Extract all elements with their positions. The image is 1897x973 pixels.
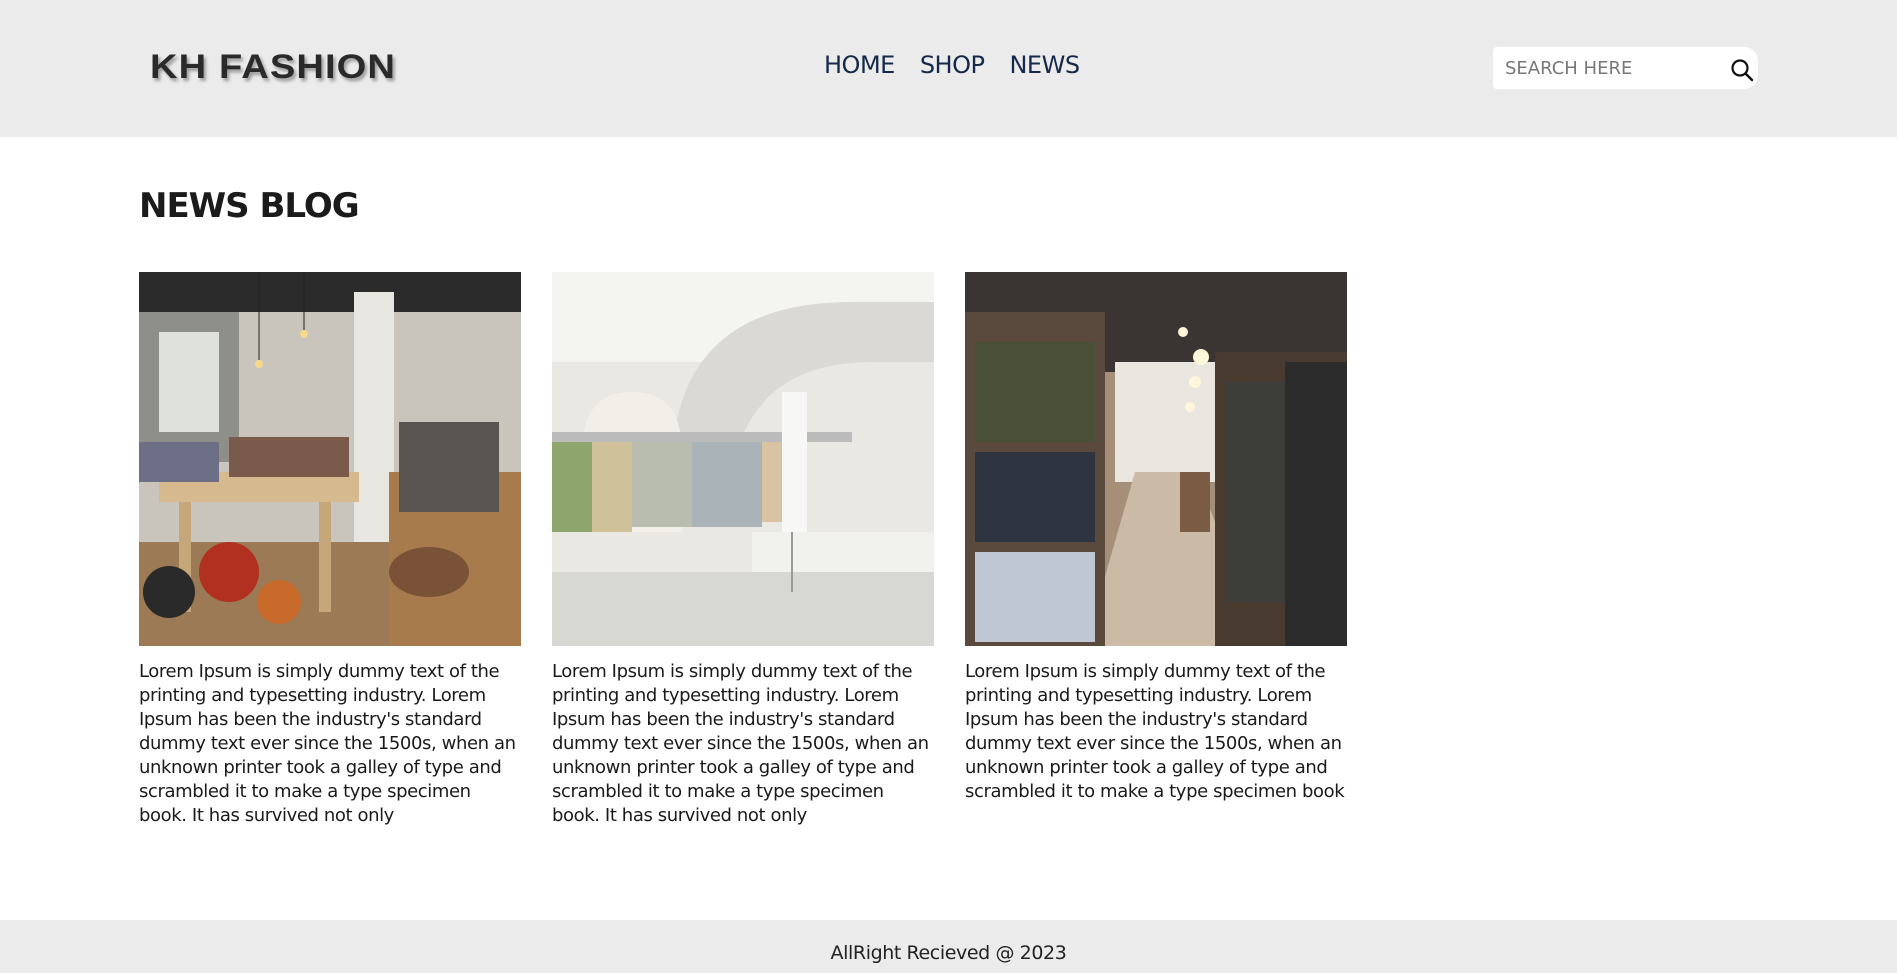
- nav-shop[interactable]: SHOP: [920, 51, 985, 79]
- blog-card-text: Lorem Ipsum is simply dummy text of the …: [965, 661, 1345, 802]
- search-input[interactable]: [1505, 47, 1720, 89]
- search-icon[interactable]: [1730, 58, 1754, 82]
- copyright-text: AllRight Recieved @ 2023: [830, 942, 1067, 964]
- blog-card: Lorem Ipsum is simply dummy text of the …: [552, 272, 934, 828]
- blog-card-text: Lorem Ipsum is simply dummy text of the …: [139, 661, 516, 826]
- nav-home[interactable]: HOME: [824, 51, 895, 79]
- nav-news[interactable]: NEWS: [1009, 51, 1080, 79]
- blog-card-image[interactable]: [552, 272, 934, 646]
- site-footer: AllRight Recieved @ 2023: [0, 920, 1897, 973]
- blog-card: Lorem Ipsum is simply dummy text of the …: [139, 272, 521, 828]
- blog-card-text: Lorem Ipsum is simply dummy text of the …: [552, 661, 929, 826]
- blog-card-image[interactable]: [965, 272, 1347, 646]
- blog-card-image[interactable]: [139, 272, 521, 646]
- search-box: [1493, 47, 1758, 89]
- main-nav: HOME SHOP NEWS: [824, 51, 1080, 79]
- site-header: KH FASHION HOME SHOP NEWS: [0, 0, 1897, 137]
- site-logo[interactable]: KH FASHION: [150, 48, 396, 87]
- blog-card: Lorem Ipsum is simply dummy text of the …: [965, 272, 1347, 804]
- page-title: NEWS BLOG: [139, 186, 360, 226]
